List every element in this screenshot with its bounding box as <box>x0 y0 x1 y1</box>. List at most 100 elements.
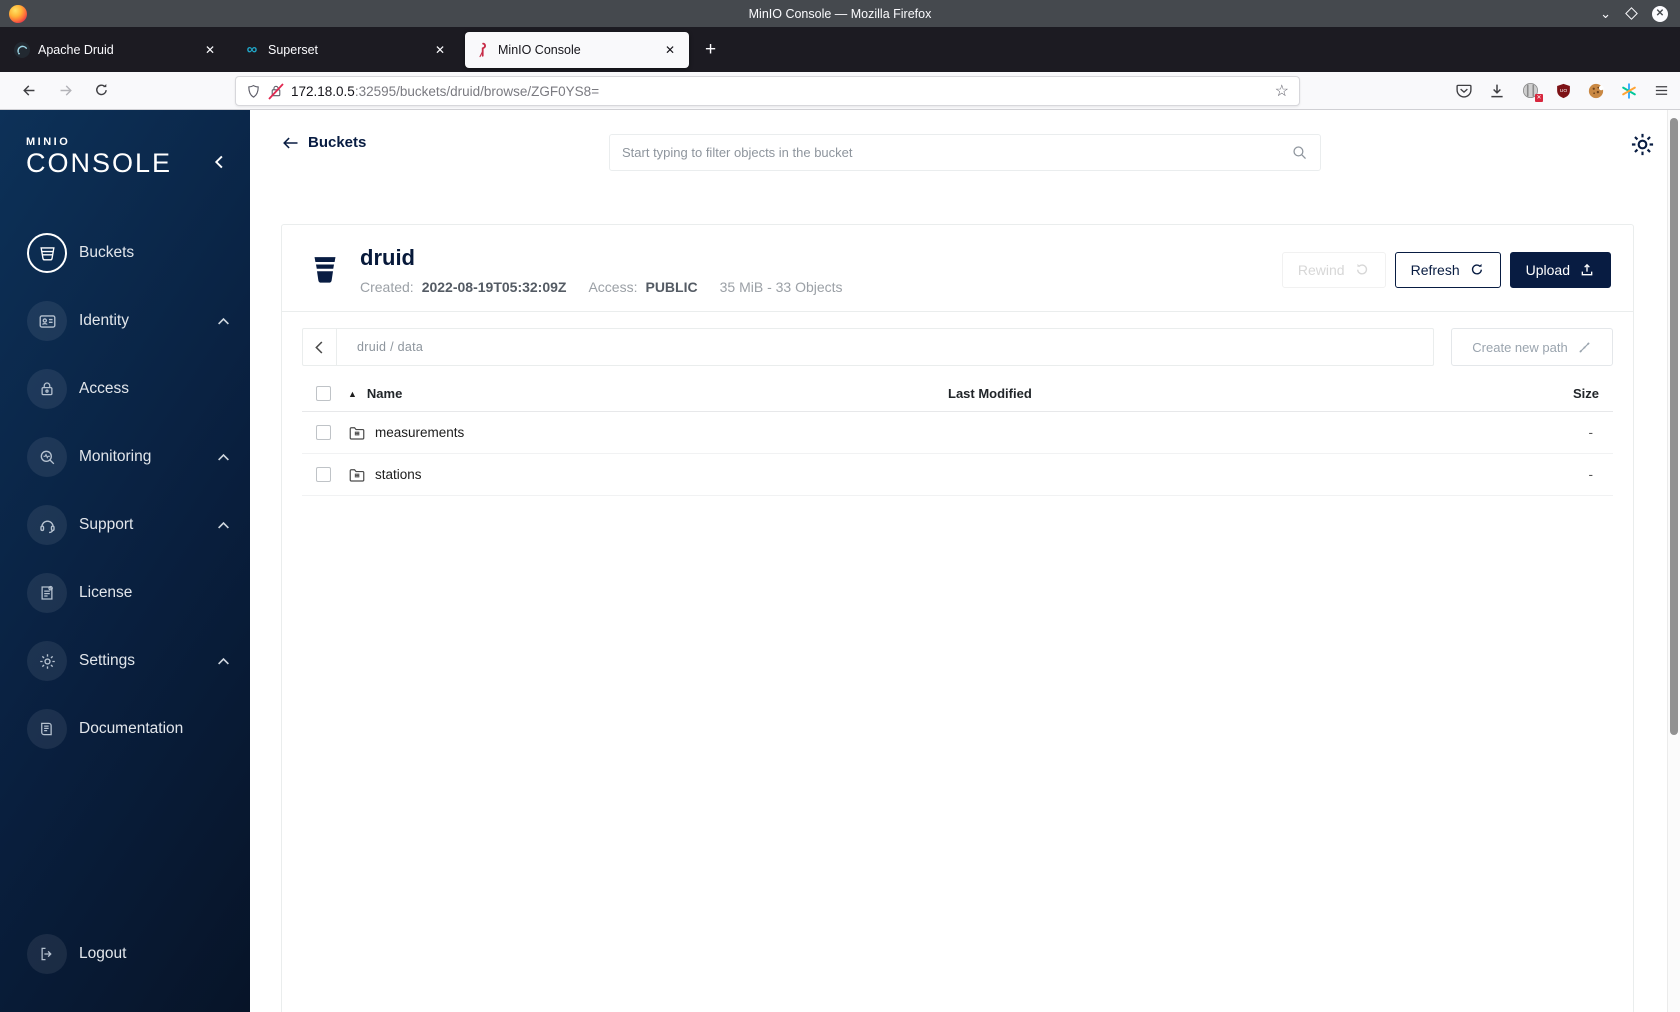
containers-icon[interactable] <box>1620 82 1638 100</box>
forward-icon[interactable] <box>50 77 80 105</box>
object-name-cell[interactable]: measurements <box>348 424 948 442</box>
table-row[interactable]: stations - <box>302 454 1613 496</box>
privacy-badger-icon[interactable]: ✕ <box>1521 81 1543 102</box>
main-panel: Buckets druid <box>250 110 1680 1012</box>
bucket-name: druid <box>360 245 415 270</box>
bucket-header: druid Created: 2022-08-19T05:32:09Z Acce… <box>302 243 1613 311</box>
row-checkbox[interactable] <box>316 467 331 482</box>
ublock-origin-icon[interactable]: UO <box>1555 82 1572 100</box>
sidebar-item-identity[interactable]: Identity <box>0 287 250 355</box>
new-tab-button[interactable]: + <box>695 37 726 63</box>
pocket-icon[interactable] <box>1455 82 1473 100</box>
close-window-icon[interactable]: ✕ <box>1652 5 1668 22</box>
create-new-path-label: Create new path <box>1472 339 1568 355</box>
path-back-chevron-icon[interactable] <box>303 329 337 365</box>
row-checkbox[interactable] <box>316 425 331 440</box>
collapse-sidebar-icon[interactable] <box>213 154 226 170</box>
documentation-icon <box>27 709 67 750</box>
upload-button[interactable]: Upload <box>1509 252 1611 288</box>
sidebar-item-logout[interactable]: Logout <box>0 920 250 988</box>
page-scrollbar[interactable] <box>1667 110 1680 1012</box>
tab-close-icon[interactable]: ✕ <box>660 42 680 58</box>
bookmark-star-icon[interactable]: ☆ <box>1275 81 1289 101</box>
refresh-button-label: Refresh <box>1410 262 1460 278</box>
size-cell: - <box>1588 425 1594 440</box>
minio-logo-text: MINIO <box>26 136 71 148</box>
create-path-icon <box>1577 340 1592 355</box>
bucket-summary: 35 MiB - 33 Objects <box>719 279 843 295</box>
minimize-window-icon[interactable]: ⌄ <box>1600 7 1611 20</box>
size-column-header[interactable]: Size <box>1503 386 1613 401</box>
sidebar-item-label: Logout <box>79 945 127 962</box>
chevron-up-icon[interactable] <box>217 521 230 530</box>
insecure-lock-icon[interactable] <box>268 83 284 100</box>
sidebar-item-documentation[interactable]: Documentation <box>0 695 250 763</box>
sidebar-item-label: Buckets <box>79 244 135 262</box>
last-modified-column-header[interactable]: Last Modified <box>948 386 1503 401</box>
hamburger-menu-icon[interactable] <box>1653 83 1670 98</box>
table-row[interactable]: measurements - <box>302 412 1613 454</box>
settings-gear-icon <box>27 641 67 682</box>
tab-close-icon[interactable]: ✕ <box>430 42 450 58</box>
sidebar-item-settings[interactable]: Settings <box>0 627 250 695</box>
created-label: Created: <box>360 279 414 295</box>
sidebar-item-support[interactable]: Support <box>0 491 250 559</box>
maximize-window-icon[interactable] <box>1625 7 1638 20</box>
tab-apache-druid[interactable]: Apache Druid ✕ <box>5 32 229 68</box>
chevron-up-icon[interactable] <box>217 453 230 462</box>
window-title: MinIO Console — Mozilla Firefox <box>748 6 932 21</box>
bucket-icon-large <box>310 254 340 286</box>
chevron-up-icon[interactable] <box>217 657 230 666</box>
bucket-icon <box>27 233 67 274</box>
license-icon <box>27 573 67 614</box>
tracking-shield-icon[interactable] <box>246 83 261 100</box>
sidebar-item-label: Settings <box>79 652 136 670</box>
name-column-header[interactable]: ▲ Name <box>348 386 948 401</box>
select-all-checkbox[interactable] <box>316 386 331 401</box>
path-row: druid / data Create new path <box>302 328 1613 366</box>
rewind-button[interactable]: Rewind <box>1281 252 1386 288</box>
chevron-up-icon[interactable] <box>217 317 230 326</box>
tab-minio-console[interactable]: MinIO Console ✕ <box>465 31 689 68</box>
create-new-path-button[interactable]: Create new path <box>1451 328 1613 366</box>
browser-toolbar: 172.18.0.5:32595/buckets/druid/browse/ZG… <box>0 72 1680 110</box>
sidebar-item-access[interactable]: Access <box>0 355 250 423</box>
tab-close-icon[interactable]: ✕ <box>200 42 220 58</box>
upload-icon <box>1579 262 1595 278</box>
refresh-icon <box>1469 262 1485 278</box>
session-gear-icon[interactable] <box>1629 131 1656 158</box>
cookie-icon[interactable] <box>1587 82 1605 100</box>
sort-asc-icon: ▲ <box>348 388 357 399</box>
sidebar-item-buckets[interactable]: Buckets <box>0 219 250 287</box>
scrollbar-thumb[interactable] <box>1670 118 1678 735</box>
reload-icon[interactable] <box>86 77 116 105</box>
download-icon[interactable] <box>1488 82 1506 100</box>
sidebar-item-monitoring[interactable]: Monitoring <box>0 423 250 491</box>
url-text[interactable]: 172.18.0.5:32595/buckets/druid/browse/ZG… <box>291 84 1275 99</box>
support-icon <box>27 505 67 546</box>
sidebar-item-label: License <box>79 584 133 602</box>
back-icon[interactable] <box>14 77 44 105</box>
access-value: PUBLIC <box>645 279 698 295</box>
page-header: Buckets <box>250 110 1680 184</box>
back-link-label: Buckets <box>308 134 367 151</box>
objects-table: ▲ Name Last Modified Size measurements -… <box>302 376 1613 496</box>
window-titlebar: MinIO Console — Mozilla Firefox ⌄ ✕ <box>0 0 1680 27</box>
url-bar[interactable]: 172.18.0.5:32595/buckets/druid/browse/ZG… <box>235 76 1300 106</box>
back-to-buckets-link[interactable]: Buckets <box>282 134 366 151</box>
current-path-label[interactable]: druid / data <box>357 340 423 354</box>
minio-favicon <box>474 42 490 58</box>
tab-superset[interactable]: ∞ Superset ✕ <box>235 32 459 68</box>
filter-objects-input[interactable] <box>622 145 1291 160</box>
sidebar-item-label: Support <box>79 516 134 534</box>
card-divider <box>282 311 1633 312</box>
bucket-card: druid Created: 2022-08-19T05:32:09Z Acce… <box>281 224 1634 1012</box>
logout-icon <box>27 934 67 974</box>
rewind-icon <box>1354 262 1370 278</box>
sidebar-item-label: Access <box>79 380 129 398</box>
svg-text:UO: UO <box>1560 88 1568 94</box>
object-name-cell[interactable]: stations <box>348 466 948 484</box>
sidebar-item-license[interactable]: License <box>0 559 250 627</box>
refresh-button[interactable]: Refresh <box>1394 252 1501 288</box>
sidebar-menu: Buckets Identity Access Monitoring Suppo… <box>0 219 250 763</box>
